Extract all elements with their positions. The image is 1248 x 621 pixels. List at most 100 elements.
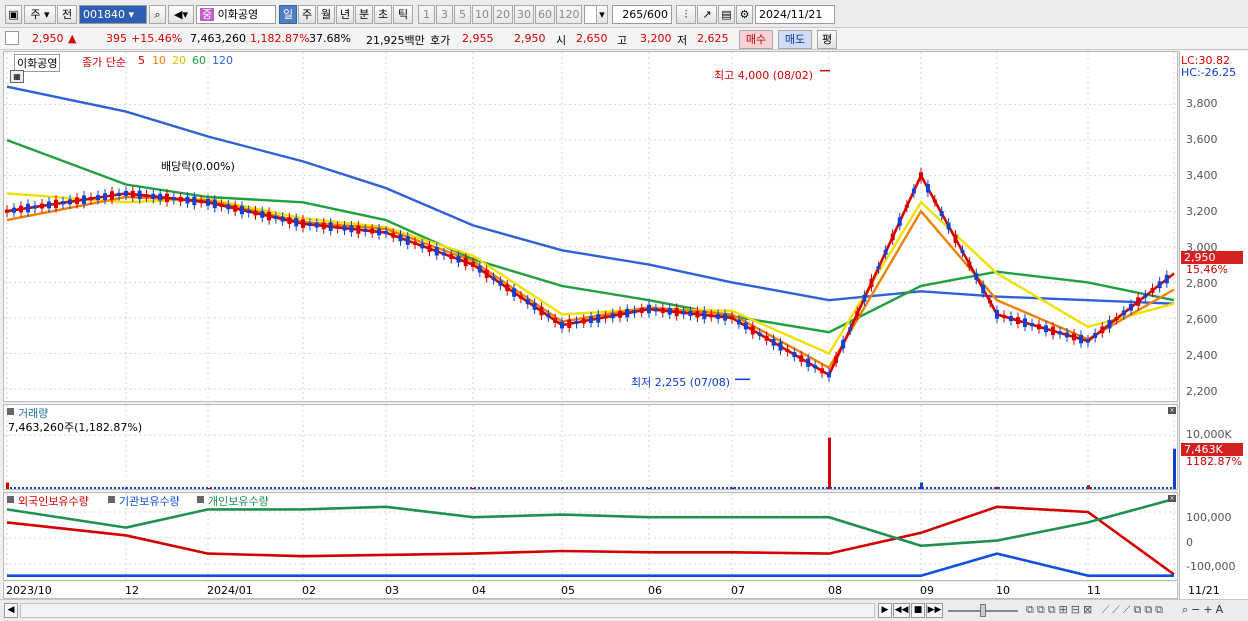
interval-60[interactable]: 60 (535, 5, 555, 24)
candle-body (532, 303, 537, 310)
volume-bar-small (858, 487, 860, 489)
buy-button[interactable]: 매수 (739, 30, 773, 49)
candle-body (1107, 319, 1112, 329)
close-icon[interactable]: × (1168, 407, 1176, 414)
period-tick[interactable]: 틱 (393, 5, 413, 24)
chevron-down-icon[interactable]: ▾ (596, 5, 608, 24)
interval-10[interactable]: 10 (472, 5, 492, 24)
period-year[interactable]: 년 (336, 5, 354, 24)
volume-bar-small (742, 487, 744, 489)
interval-30[interactable]: 30 (514, 5, 534, 24)
candle-body (1065, 332, 1069, 338)
close-icon[interactable]: × (1168, 495, 1176, 502)
volume-bar-small (910, 487, 912, 489)
candle-body (356, 225, 361, 234)
x-tick: 12 (125, 584, 139, 597)
play-icon[interactable]: ▶ (878, 603, 892, 618)
volume-bar-small (1050, 487, 1052, 489)
volume-bar-small (178, 487, 180, 489)
stop-icon[interactable]: ■ (911, 603, 925, 618)
interval-1[interactable]: 1 (418, 5, 435, 24)
count-input[interactable]: 265/600 (612, 5, 672, 24)
volume-bar-small (958, 487, 960, 489)
volume-bar-small (458, 487, 460, 489)
rewind-icon[interactable]: ◀◀ (893, 603, 910, 618)
period-month[interactable]: 월 (317, 5, 335, 24)
volume-bar-small (634, 487, 636, 489)
volume-bar-small (94, 487, 96, 489)
volume-bar-small (442, 487, 444, 489)
volume-bar-small (934, 487, 936, 489)
volume-bar-small (1098, 487, 1100, 489)
volume-bar-small (1054, 487, 1056, 489)
interval-3[interactable]: 3 (436, 5, 453, 24)
ma10-legend: 10 (152, 54, 166, 67)
volume-bar-small (514, 487, 516, 489)
volume-bar-small (366, 487, 368, 489)
interval-20[interactable]: 20 (493, 5, 513, 24)
save-icon[interactable]: ▤ (718, 5, 735, 24)
interval-120[interactable]: 120 (556, 5, 582, 24)
volume-bar-small (290, 487, 292, 489)
gear-icon[interactable]: ⚙ (736, 5, 753, 24)
prev-select[interactable]: 전 (57, 5, 77, 24)
high-price: 3,200 (640, 32, 672, 45)
layout-icon[interactable]: ▣ (5, 5, 22, 24)
market-select[interactable]: 주 ▾ (24, 5, 56, 24)
volume-bar-small (402, 487, 404, 489)
stock-name-field[interactable]: 중 이화공영 (196, 5, 276, 24)
speaker-icon[interactable]: ◀▾ (168, 5, 194, 24)
volume-bar-small (850, 487, 852, 489)
period-week[interactable]: 주 (298, 5, 316, 24)
candle-body (1100, 326, 1105, 334)
volume-bar-small (922, 487, 924, 489)
candle-body (862, 294, 867, 302)
candle-body (988, 300, 993, 304)
scroll-left-icon[interactable]: ◀ (4, 603, 18, 618)
volume-bar-small (394, 487, 396, 489)
date-input[interactable]: 2024/11/21 (755, 5, 835, 24)
y-tick: 2,200 (1186, 385, 1218, 398)
volume-bar-small (550, 487, 552, 489)
scrollbar-track[interactable] (20, 603, 875, 618)
tools-icon[interactable]: ↗ (697, 5, 717, 24)
candle-body (185, 196, 190, 204)
volume-bar-small (870, 487, 872, 489)
zoom-slider-handle[interactable] (980, 604, 986, 617)
volume-bar-small (694, 487, 696, 489)
drawing-tools-icon[interactable]: ⧉⧉⧉⊞⊟⊠ ⟋⟋⟋⧉⧉⧉ (1026, 603, 1166, 617)
individual-legend[interactable]: 개인보유수량 (208, 493, 269, 509)
volume-bar-small (162, 487, 164, 489)
search-icon[interactable]: ⌕ (149, 5, 166, 24)
last-pct-label: 15.46% (1186, 263, 1228, 276)
volume-bar-small (54, 487, 56, 489)
eval-button[interactable]: 평 (817, 30, 837, 49)
institution-legend[interactable]: 기관보유수량 (119, 493, 180, 509)
candle-body (206, 198, 210, 206)
zoom-controls-icon[interactable]: ⌕−+A (1182, 603, 1226, 617)
candle-body (47, 201, 51, 209)
stock-name: 이화공영 (217, 8, 259, 21)
candle-body (328, 222, 333, 231)
volume-bar-small (542, 487, 544, 489)
period-minute[interactable]: 분 (355, 5, 373, 24)
sell-button[interactable]: 매도 (778, 30, 812, 49)
period-day[interactable]: 일 (279, 5, 297, 24)
code-input[interactable]: 001840 ▾ (79, 5, 147, 24)
interval-5[interactable]: 5 (454, 5, 471, 24)
checkbox[interactable] (5, 31, 19, 45)
volume-bar-small (738, 487, 740, 489)
foreign-legend[interactable]: 외국인보유수량 (18, 493, 89, 509)
volume-bar-small (334, 487, 336, 489)
candle-icon[interactable]: ⫶ (676, 5, 696, 24)
forward-icon[interactable]: ▶▶ (926, 603, 943, 618)
candle-body (19, 205, 23, 213)
volume-bar (6, 482, 9, 489)
volume-bar-small (770, 487, 772, 489)
volume-bar-small (946, 487, 948, 489)
volume-bar-small (1058, 487, 1060, 489)
volume-bar-small (434, 487, 436, 489)
x-tick: 02 (302, 584, 316, 597)
period-second[interactable]: 초 (374, 5, 392, 24)
table-icon[interactable]: ▦ (10, 70, 24, 83)
